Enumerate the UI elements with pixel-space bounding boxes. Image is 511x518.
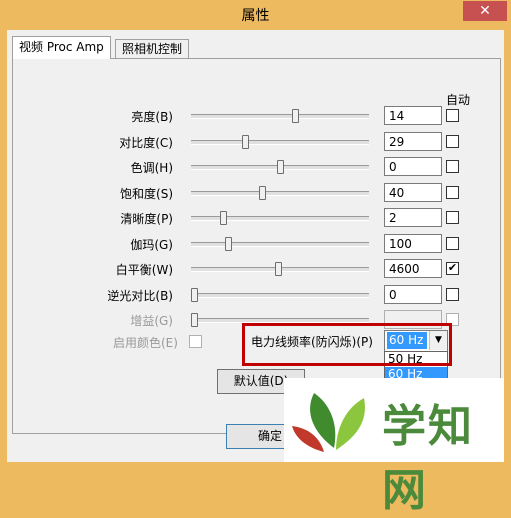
property-label: 清晰度(P) — [120, 212, 173, 226]
value-field[interactable]: 29 — [384, 131, 442, 151]
property-label: 亮度(B) — [131, 110, 173, 124]
auto-checkbox[interactable] — [446, 160, 459, 173]
auto-checkbox[interactable] — [446, 109, 459, 122]
slider-track[interactable] — [191, 241, 369, 247]
auto-checkbox[interactable] — [446, 211, 459, 224]
watermark: 学知网 — [284, 378, 504, 516]
value-field[interactable]: 14 — [384, 106, 442, 125]
tab-camera-control[interactable]: 照相机控制 — [115, 39, 190, 59]
property-label: 对比度(C) — [119, 135, 173, 150]
tab-video-proc-amp[interactable]: 视频 Proc Amp — [12, 36, 111, 59]
slider-thumb[interactable] — [291, 109, 299, 123]
value-field[interactable]: 40 — [384, 182, 442, 202]
property-label: 白平衡(W) — [115, 263, 173, 277]
window-title: 属性 — [241, 8, 270, 24]
property-label: 伽玛(G) — [130, 237, 173, 252]
value-field[interactable]: 2 — [384, 208, 442, 227]
watermark-text: 学知网 — [382, 401, 474, 516]
auto-column-header: 自动 — [446, 93, 471, 107]
value-field[interactable]: 0 — [384, 284, 442, 304]
slider-track[interactable] — [191, 190, 369, 196]
property-label: 饱和度(S) — [120, 186, 173, 201]
value-field[interactable]: 4600 — [384, 259, 442, 278]
auto-checkbox[interactable] — [446, 236, 459, 250]
auto-checkbox[interactable] — [446, 287, 459, 301]
close-button[interactable]: ✕ — [463, 1, 507, 21]
slider-track[interactable] — [191, 292, 369, 298]
property-label: 逆光对比(B) — [107, 288, 173, 303]
leaf-logo-icon — [292, 393, 365, 452]
color-enable-checkbox[interactable] — [189, 335, 202, 348]
color-enable-label: 启用颜色(E) — [113, 336, 178, 350]
property-label: 色调(H) — [130, 161, 173, 175]
slider-thumb[interactable] — [191, 313, 198, 327]
slider-track[interactable] — [191, 114, 369, 119]
title-bar: 属性 ✕ — [0, 0, 511, 30]
slider-thumb[interactable] — [259, 185, 267, 200]
property-label: 增益(G) — [130, 314, 173, 328]
value-field[interactable]: 100 — [384, 233, 442, 253]
slider-thumb[interactable] — [242, 134, 250, 149]
highlight-box — [242, 323, 452, 366]
slider-thumb[interactable] — [274, 262, 282, 276]
slider-thumb[interactable] — [191, 287, 198, 302]
auto-checkbox[interactable] — [446, 134, 459, 148]
slider-track[interactable] — [191, 139, 369, 145]
auto-checkbox[interactable] — [446, 185, 459, 199]
slider-thumb[interactable] — [276, 160, 284, 174]
auto-checkbox[interactable]: ✔ — [446, 262, 459, 275]
slider-thumb[interactable] — [220, 211, 228, 225]
slider-track[interactable] — [191, 216, 369, 221]
slider-thumb[interactable] — [225, 236, 233, 251]
value-field[interactable]: 0 — [384, 157, 442, 176]
